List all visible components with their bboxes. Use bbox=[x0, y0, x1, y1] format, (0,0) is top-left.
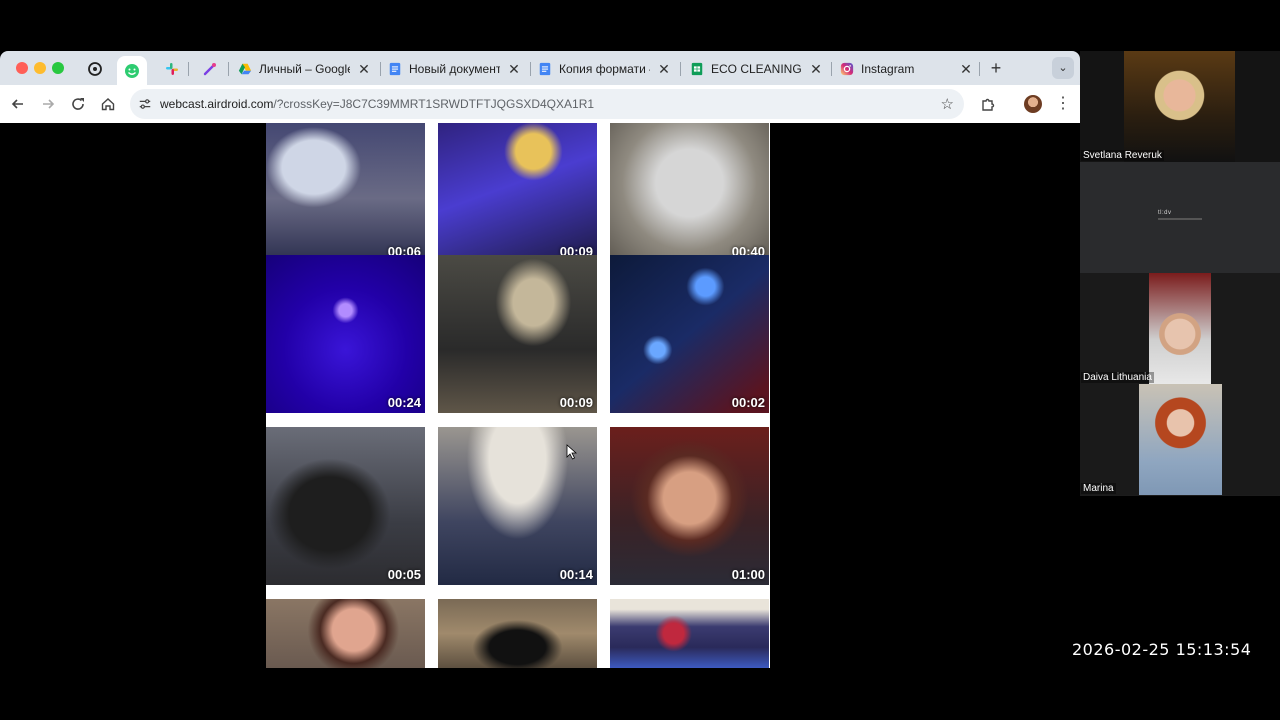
magic-wand-icon bbox=[203, 63, 216, 76]
close-tab-icon[interactable]: ✕ bbox=[656, 61, 672, 78]
tab-google-docs-copy[interactable]: Копия формати – ✕ bbox=[538, 56, 672, 82]
address-bar[interactable]: webcast.airdroid.com/?crossKey=J8C7C39MM… bbox=[130, 89, 964, 119]
tab-bar: Личный – Google Д ✕ Новый документ – ✕ К… bbox=[0, 51, 1080, 85]
video-thumbnail[interactable] bbox=[266, 599, 425, 668]
tab-google-docs-new[interactable]: Новый документ – ✕ bbox=[388, 56, 522, 82]
google-drive-icon bbox=[238, 63, 252, 75]
tldv-logo: tl:dv bbox=[1158, 210, 1172, 216]
pinned-tab-wand[interactable] bbox=[195, 56, 225, 82]
video-thumbnail[interactable]: 00:24 bbox=[266, 255, 425, 413]
participant-tile[interactable]: Marina bbox=[1080, 384, 1280, 495]
tab-title: Instagram bbox=[861, 62, 915, 76]
pinned-tab-chat[interactable] bbox=[80, 56, 110, 82]
video-thumbnail[interactable] bbox=[438, 599, 597, 668]
browser-window: Личный – Google Д ✕ Новый документ – ✕ К… bbox=[0, 51, 1080, 668]
minimize-window-button[interactable] bbox=[34, 62, 46, 74]
forward-arrow-icon[interactable] bbox=[37, 93, 59, 115]
page-content: 00:06 00:09 00:40 00:24 00:09 00:02 00:0… bbox=[0, 123, 1080, 668]
tab-title: Новый документ – bbox=[409, 62, 500, 76]
close-tab-icon[interactable]: ✕ bbox=[506, 61, 522, 78]
video-duration: 00:09 bbox=[559, 395, 593, 410]
url-text: webcast.airdroid.com/?crossKey=J8C7C39MM… bbox=[160, 97, 594, 111]
recording-timestamp: 2026-02-25 15:13:54 bbox=[1072, 640, 1252, 659]
google-sheets-icon bbox=[691, 62, 703, 76]
video-duration: 00:05 bbox=[387, 567, 421, 582]
tab-title: ECO CLEANING – G bbox=[711, 62, 802, 76]
more-menu-icon[interactable]: ⋮ bbox=[1055, 94, 1071, 114]
video-thumbnail[interactable]: 00:40 bbox=[610, 123, 769, 262]
site-settings-icon[interactable] bbox=[138, 97, 152, 111]
video-thumbnail[interactable]: 00:02 bbox=[610, 255, 769, 413]
chat-bubble-icon bbox=[88, 62, 102, 76]
google-docs-icon bbox=[539, 62, 551, 76]
tab-google-sheets[interactable]: ECO CLEANING – G ✕ bbox=[690, 56, 824, 82]
video-duration: 01:00 bbox=[731, 567, 765, 582]
tab-google-drive[interactable]: Личный – Google Д ✕ bbox=[238, 56, 372, 82]
tab-search-chevron-down-icon[interactable]: ⌄ bbox=[1052, 57, 1074, 79]
home-icon[interactable] bbox=[97, 93, 119, 115]
close-tab-icon[interactable]: ✕ bbox=[958, 61, 974, 78]
video-thumbnail[interactable] bbox=[610, 599, 769, 668]
participant-tile[interactable]: Daiva Lithuania bbox=[1080, 273, 1280, 384]
close-window-button[interactable] bbox=[16, 62, 28, 74]
video-thumbnail[interactable]: 00:09 bbox=[438, 123, 597, 262]
participant-video bbox=[1139, 384, 1222, 495]
bookmark-star-icon[interactable]: ☆ bbox=[941, 95, 954, 113]
participant-video bbox=[1149, 273, 1211, 384]
url-host: webcast.airdroid.com bbox=[160, 97, 274, 111]
video-thumbnail[interactable]: 00:06 bbox=[266, 123, 425, 262]
participant-tile[interactable]: Svetlana Reveruk bbox=[1080, 51, 1280, 162]
profile-avatar[interactable] bbox=[1024, 95, 1042, 113]
slack-icon bbox=[166, 63, 178, 75]
maximize-window-button[interactable] bbox=[52, 62, 64, 74]
tab-title: Личный – Google Д bbox=[259, 62, 350, 76]
tab-instagram[interactable]: Instagram ✕ bbox=[840, 56, 974, 82]
participant-name: Daiva Lithuania bbox=[1081, 372, 1154, 383]
video-duration: 00:02 bbox=[731, 395, 765, 410]
tab-separator bbox=[680, 62, 681, 76]
smiley-app-icon bbox=[125, 63, 139, 78]
url-path: /?crossKey=J8C7C39MMRT1SRWDTFTJQGSXD4QXA… bbox=[273, 97, 595, 111]
pinned-tab-slack[interactable] bbox=[157, 56, 187, 82]
video-duration: 00:24 bbox=[387, 395, 421, 410]
video-duration: 00:14 bbox=[559, 567, 593, 582]
shared-screen-tile[interactable]: tl:dv bbox=[1080, 162, 1280, 273]
shared-screen-subtitle bbox=[1158, 218, 1202, 220]
video-thumbnail[interactable]: 01:00 bbox=[610, 427, 769, 585]
instagram-icon bbox=[840, 62, 854, 76]
google-docs-icon bbox=[389, 62, 401, 76]
pinned-tab-active[interactable] bbox=[117, 56, 147, 85]
back-arrow-icon[interactable] bbox=[7, 93, 29, 115]
video-thumbnail[interactable]: 00:09 bbox=[438, 255, 597, 413]
video-thumbnail[interactable]: 00:05 bbox=[266, 427, 425, 585]
tab-title: Копия формати – bbox=[559, 62, 650, 76]
tab-separator bbox=[979, 62, 980, 76]
tab-separator bbox=[188, 62, 189, 76]
screen: Личный – Google Д ✕ Новый документ – ✕ К… bbox=[0, 0, 1280, 720]
tab-separator bbox=[530, 62, 531, 76]
participant-name: Svetlana Reveruk bbox=[1081, 150, 1164, 161]
participants-panel: Svetlana Reveruk tl:dv Daiva Lithuania M… bbox=[1080, 51, 1280, 496]
browser-toolbar: webcast.airdroid.com/?crossKey=J8C7C39MM… bbox=[0, 85, 1080, 123]
mouse-cursor-icon bbox=[566, 444, 578, 460]
participant-video bbox=[1124, 51, 1235, 162]
tab-separator bbox=[228, 62, 229, 76]
extensions-puzzle-icon[interactable] bbox=[978, 94, 998, 114]
video-gallery: 00:06 00:09 00:40 00:24 00:09 00:02 00:0… bbox=[266, 123, 770, 668]
close-tab-icon[interactable]: ✕ bbox=[356, 61, 372, 78]
close-tab-icon[interactable]: ✕ bbox=[808, 61, 824, 78]
new-tab-plus-icon[interactable]: + bbox=[986, 58, 1006, 78]
tab-separator bbox=[380, 62, 381, 76]
reload-icon[interactable] bbox=[67, 93, 89, 115]
participant-name: Marina bbox=[1081, 483, 1116, 494]
tab-separator bbox=[831, 62, 832, 76]
